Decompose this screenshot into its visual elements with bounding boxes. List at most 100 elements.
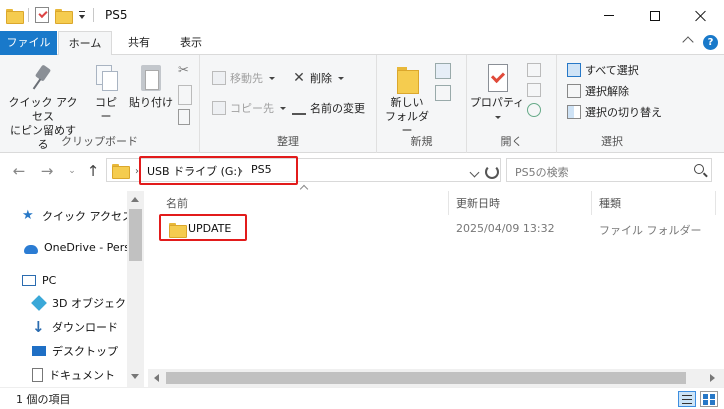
nav-label: ダウンロード xyxy=(52,321,118,334)
search-icon[interactable] xyxy=(694,164,704,174)
nav-item-onedrive[interactable]: OneDrive - Pers xyxy=(24,238,130,256)
refresh-icon[interactable] xyxy=(485,165,499,179)
tab-file[interactable]: ファイル xyxy=(0,31,57,55)
column-type[interactable]: 種類 xyxy=(599,195,621,211)
paste-shortcut-icon[interactable] xyxy=(178,109,190,125)
title-bar: PS5 xyxy=(0,0,724,31)
paste-label: 貼り付け xyxy=(129,96,173,109)
properties-qat-icon[interactable] xyxy=(35,7,49,23)
cut-icon[interactable]: ✂ xyxy=(178,63,194,83)
nav-label: クイック アクセス xyxy=(42,210,133,223)
file-list-hscrollbar[interactable] xyxy=(148,369,724,387)
search-placeholder: PS5の検索 xyxy=(515,166,569,179)
column-modified[interactable]: 更新日時 xyxy=(456,195,500,211)
rename-label: 名前の変更 xyxy=(310,102,365,115)
rename-button[interactable]: 名前の変更 xyxy=(292,99,365,117)
properties-button[interactable]: プロパティ xyxy=(469,63,525,124)
new-folder-button[interactable]: 新しい フォルダー xyxy=(381,63,433,138)
scroll-up-icon[interactable] xyxy=(131,197,139,202)
edit-icon[interactable] xyxy=(527,83,541,97)
organize-group: 移動先 ✕ 削除 コピー先 名前の変更 整理 xyxy=(200,55,377,153)
history-icon[interactable] xyxy=(527,103,541,117)
delete-button[interactable]: ✕ 削除 xyxy=(292,69,344,87)
invert-selection-button[interactable]: 選択の切り替え xyxy=(567,103,662,121)
nav-item-documents[interactable]: ドキュメント xyxy=(32,366,115,384)
ribbon-tabs: ファイル ホーム 共有 表示 ? xyxy=(0,31,724,56)
nav-pane-scrollbar[interactable] xyxy=(127,191,144,387)
customize-qat-icon[interactable] xyxy=(77,9,87,21)
folder-icon xyxy=(112,164,130,179)
nav-item-quick-access[interactable]: ★ クイック アクセス xyxy=(22,207,133,225)
invert-selection-label: 選択の切り替え xyxy=(585,106,662,119)
column-header: 名前 更新日時 種類 xyxy=(148,184,724,215)
scroll-right-icon[interactable] xyxy=(710,374,715,382)
chevron-down-icon xyxy=(338,76,344,80)
column-divider[interactable] xyxy=(715,191,716,215)
close-button[interactable] xyxy=(678,0,724,31)
status-bar: 1 個の項目 xyxy=(0,387,724,409)
search-box[interactable]: PS5の検索 xyxy=(506,158,712,182)
item-count: 1 個の項目 xyxy=(16,393,71,406)
details-view-button[interactable] xyxy=(678,391,696,407)
cloud-icon xyxy=(24,244,38,254)
select-all-button[interactable]: すべて選択 xyxy=(567,61,639,79)
tab-share[interactable]: 共有 xyxy=(117,31,161,55)
new-folder-qat-icon[interactable] xyxy=(55,8,73,24)
large-icons-view-icon xyxy=(703,394,708,399)
nav-item-desktop[interactable]: デスクトップ xyxy=(32,342,118,360)
scroll-left-icon[interactable] xyxy=(154,374,159,382)
maximize-button[interactable] xyxy=(632,0,678,31)
properties-label: プロパティ xyxy=(469,96,525,109)
select-none-icon xyxy=(567,84,581,98)
paste-button[interactable]: 貼り付け xyxy=(128,63,174,110)
nav-item-3d-objects[interactable]: 3D オブジェクト xyxy=(31,294,137,312)
paste-icon xyxy=(137,63,165,93)
column-name[interactable]: 名前 xyxy=(166,195,188,211)
separator xyxy=(93,8,94,22)
scroll-down-icon[interactable] xyxy=(131,374,139,379)
folder-icon xyxy=(6,8,24,24)
new-item-icon[interactable] xyxy=(435,63,451,79)
move-to-icon xyxy=(212,71,226,85)
nav-item-pc[interactable]: PC xyxy=(22,271,56,289)
minimize-button[interactable] xyxy=(586,0,632,31)
pin-icon xyxy=(29,63,57,93)
new-group: 新しい フォルダー 新規 xyxy=(377,55,467,153)
recent-locations-icon[interactable]: ⌄ xyxy=(63,162,81,180)
details-view-icon xyxy=(682,395,692,396)
open-group: プロパティ 開く xyxy=(467,55,557,153)
select-none-button[interactable]: 選択解除 xyxy=(567,82,629,100)
back-arrow-icon[interactable]: ← xyxy=(10,162,28,180)
forward-arrow-icon[interactable]: → xyxy=(38,162,56,180)
new-folder-icon xyxy=(393,63,421,94)
file-highlight-box xyxy=(159,214,247,241)
move-to-button[interactable]: 移動先 xyxy=(212,69,275,87)
column-divider[interactable] xyxy=(448,191,449,215)
file-type: ファイル フォルダー xyxy=(599,224,702,237)
collapse-ribbon-icon[interactable] xyxy=(682,36,694,48)
nav-label: OneDrive - Pers xyxy=(44,240,130,254)
help-icon[interactable]: ? xyxy=(703,35,718,50)
tab-view[interactable]: 表示 xyxy=(168,31,214,55)
address-dropdown-icon[interactable] xyxy=(469,167,480,178)
column-divider[interactable] xyxy=(591,191,592,215)
nav-label: PC xyxy=(42,273,57,287)
tab-home[interactable]: ホーム xyxy=(58,31,112,56)
copy-to-button[interactable]: コピー先 xyxy=(212,99,286,117)
nav-item-downloads[interactable]: ↓ ダウンロード xyxy=(32,318,118,336)
scrollbar-thumb[interactable] xyxy=(166,372,686,384)
copy-to-icon xyxy=(212,101,226,115)
properties-icon xyxy=(483,63,511,93)
file-list: 名前 更新日時 種類 UPDATE 2025/04/09 13:32 ファイル … xyxy=(148,184,724,387)
open-icon[interactable] xyxy=(527,63,541,77)
easy-access-icon[interactable] xyxy=(435,85,451,101)
large-icons-view-icon-square xyxy=(710,400,715,405)
navigation-pane: ★ クイック アクセス OneDrive - Pers PC 3D オブジェクト… xyxy=(0,191,144,387)
scrollbar-thumb[interactable] xyxy=(129,209,142,261)
copy-path-icon[interactable] xyxy=(178,85,192,105)
up-arrow-icon[interactable]: ↑ xyxy=(84,162,102,180)
copy-label: コピー xyxy=(95,96,117,123)
copy-button[interactable]: コピー xyxy=(90,63,122,124)
large-icons-view-button[interactable] xyxy=(700,391,718,407)
select-all-icon xyxy=(567,63,581,77)
